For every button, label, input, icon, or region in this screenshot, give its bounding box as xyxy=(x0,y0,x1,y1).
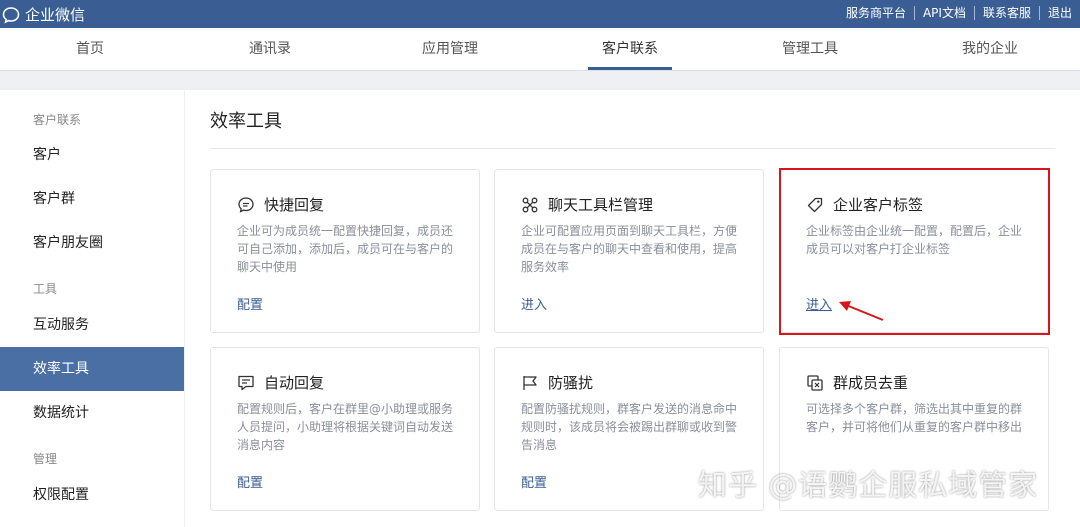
app-title: 企业微信 xyxy=(25,6,86,24)
tab-contacts[interactable]: 通讯录 xyxy=(249,28,291,70)
sidebar-group-management: 管理 xyxy=(33,452,58,466)
card-title: 自动回复 xyxy=(264,374,325,392)
enter-link[interactable]: 进入 xyxy=(521,294,547,313)
flag-icon xyxy=(523,375,537,390)
top-links: 服务商平台 API文档 联系客服 退出 xyxy=(838,6,1080,20)
auto-reply-icon xyxy=(238,375,254,390)
card-description: 配置防骚扰规则，群客户发送的消息命中规则时，该成员将会被踢出群聊或收到警告消息 xyxy=(521,402,738,452)
sidebar-item-customers[interactable]: 客户 xyxy=(0,133,184,177)
card-description: 可选择多个客户群，筛选出其中重复的群客户，并可将他们从重复的客户群中移出 xyxy=(806,402,1023,434)
card-description: 配置规则后，客户在群里@小助理或服务人员提问，小助理将根据关键词自动发送消息内容 xyxy=(237,402,454,452)
tab-customer-contact[interactable]: 客户联系 xyxy=(588,28,672,70)
toolbar-icon xyxy=(522,197,538,212)
link-logout[interactable]: 退出 xyxy=(1038,6,1080,20)
app-logo[interactable]: 企业微信 xyxy=(2,4,85,25)
chat-bubble-icon xyxy=(238,196,254,213)
enter-link[interactable]: 进入 xyxy=(806,294,832,313)
sidebar-group-tools: 工具 xyxy=(33,282,58,296)
configure-link[interactable]: 配置 xyxy=(237,294,263,313)
main-nav: 首页 通讯录 应用管理 客户联系 管理工具 我的企业 xyxy=(0,28,1080,71)
sidebar-item-efficiency-tools[interactable]: 效率工具 xyxy=(0,347,184,391)
sidebar-item-interactive-service[interactable]: 互动服务 xyxy=(0,303,184,347)
card-description: 企业可为成员统一配置快捷回复，成员还可自己添加，添加后，成员可在与客户的聊天中使… xyxy=(237,224,454,274)
tab-my-enterprise[interactable]: 我的企业 xyxy=(962,28,1018,70)
title-divider xyxy=(210,148,1055,149)
card-title: 防骚扰 xyxy=(548,374,594,392)
annotation-arrow-icon xyxy=(839,301,884,321)
sidebar-item-customer-groups[interactable]: 客户群 xyxy=(0,177,184,221)
card-auto-reply[interactable]: 自动回复 配置规则后，客户在群里@小助理或服务人员提问，小助理将根据关键词自动发… xyxy=(210,347,480,511)
dedupe-icon xyxy=(807,374,823,391)
sidebar-item-permissions[interactable]: 权限配置 xyxy=(0,473,184,517)
wecom-logo-icon xyxy=(2,6,20,23)
tab-management-tools[interactable]: 管理工具 xyxy=(782,28,838,70)
card-enterprise-tags[interactable]: 企业客户标签 企业标签由企业统一配置，配置后，企业成员可以对客户打企业标签 进入 xyxy=(779,169,1049,333)
card-description: 企业标签由企业统一配置，配置后，企业成员可以对客户打企业标签 xyxy=(806,224,1023,256)
sidebar-group-customer-contact: 客户联系 xyxy=(33,113,82,127)
card-quick-reply[interactable]: 快捷回复 企业可为成员统一配置快捷回复，成员还可自己添加，添加后，成员可在与客户… xyxy=(210,169,480,333)
tab-home[interactable]: 首页 xyxy=(76,28,104,70)
sidebar-item-moments[interactable]: 客户朋友圈 xyxy=(0,221,184,265)
card-title: 快捷回复 xyxy=(264,196,325,214)
link-contact-support[interactable]: 联系客服 xyxy=(973,6,1039,20)
watermark-text: 知乎 @语鹦企服私域管家 xyxy=(698,468,1039,502)
card-chat-toolbar[interactable]: 聊天工具栏管理 企业可配置应用页面到聊天工具栏，方便成员在与客户的聊天中查看和使… xyxy=(494,169,764,333)
configure-link[interactable]: 配置 xyxy=(521,472,547,491)
page-title: 效率工具 xyxy=(210,111,282,132)
card-title: 企业客户标签 xyxy=(833,196,924,214)
configure-link[interactable]: 配置 xyxy=(237,472,263,491)
card-description: 企业可配置应用页面到聊天工具栏，方便成员在与客户的聊天中查看和使用，提高服务效率 xyxy=(521,224,738,274)
link-api-docs[interactable]: API文档 xyxy=(913,6,974,20)
tag-icon xyxy=(807,197,823,212)
tab-app-management[interactable]: 应用管理 xyxy=(422,28,478,70)
card-title: 聊天工具栏管理 xyxy=(548,196,654,214)
top-bar: 企业微信 服务商平台 API文档 联系客服 退出 xyxy=(0,0,1080,28)
sidebar-item-data-statistics[interactable]: 数据统计 xyxy=(0,391,184,435)
card-title: 群成员去重 xyxy=(833,374,909,392)
sidebar: 客户联系 客户 客户群 客户朋友圈 工具 互动服务 效率工具 数据统计 管理 权… xyxy=(0,90,184,527)
link-service-platform[interactable]: 服务商平台 xyxy=(838,6,914,20)
